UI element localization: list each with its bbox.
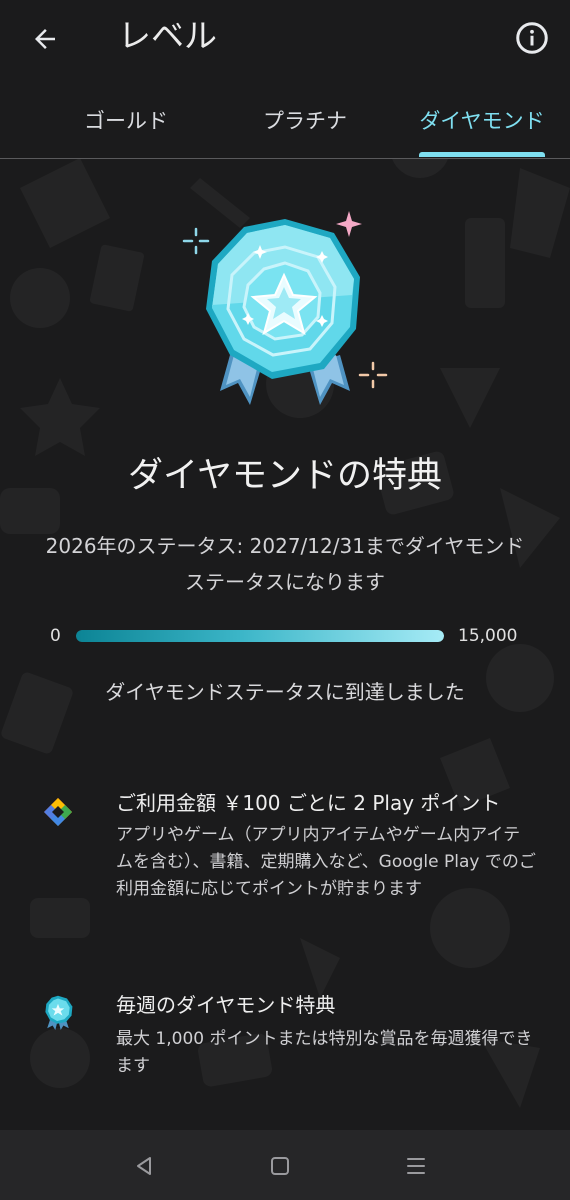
- tab-selected-indicator: [419, 152, 545, 157]
- points-progress: 0 15,000: [0, 620, 570, 654]
- tab-diamond[interactable]: ダイヤモンド: [410, 82, 554, 158]
- info-button[interactable]: [508, 14, 556, 62]
- benefits-title: ダイヤモンドの特典: [128, 456, 442, 496]
- status-description: 2026年のステータス: 2027/12/31までダイヤモンドステータスになりま…: [45, 534, 525, 594]
- app-bar: レベル: [0, 0, 570, 78]
- nav-home-button[interactable]: [262, 1148, 298, 1184]
- tab-gold[interactable]: ゴールド: [46, 82, 206, 158]
- progress-min-label: 0: [50, 626, 61, 646]
- nav-back-button[interactable]: [126, 1148, 162, 1184]
- diamond-medal-small-icon: [45, 995, 73, 1030]
- diamond-medal-icon: [182, 211, 388, 405]
- info-icon: [516, 22, 548, 54]
- back-button[interactable]: [22, 16, 68, 62]
- page-title: レベル: [118, 16, 217, 55]
- benefit-title: ご利用金額 ￥100 ごとに 2 Play ポイント: [116, 791, 501, 815]
- tab-platinum[interactable]: プラチナ: [225, 82, 385, 158]
- benefit-title: 毎週のダイヤモンド特典: [116, 993, 336, 1017]
- progress-track: [76, 630, 444, 642]
- arrow-back-icon: [35, 29, 55, 49]
- system-navigation-bar: [0, 1130, 570, 1200]
- nav-back-triangle-icon: [137, 1157, 151, 1175]
- progress-max-label: 15,000: [458, 626, 518, 646]
- level-tabs: ゴールド プラチナ ダイヤモンド: [0, 82, 570, 159]
- nav-recents-button[interactable]: [398, 1148, 434, 1184]
- google-play-points-icon: [44, 798, 72, 826]
- nav-recents-lines-icon: [407, 1158, 425, 1174]
- benefit-description: 最大 1,000 ポイントまたは特別な賞品を毎週獲得できます: [116, 1029, 533, 1076]
- progress-fill: [76, 630, 444, 642]
- status-reached-text: ダイヤモンドステータスに到達しました: [105, 680, 465, 704]
- nav-home-square-icon: [271, 1157, 289, 1175]
- benefit-description: アプリやゲーム（アプリ内アイテムやゲーム内アイテムを含む）、書籍、定期購入など、…: [116, 825, 536, 899]
